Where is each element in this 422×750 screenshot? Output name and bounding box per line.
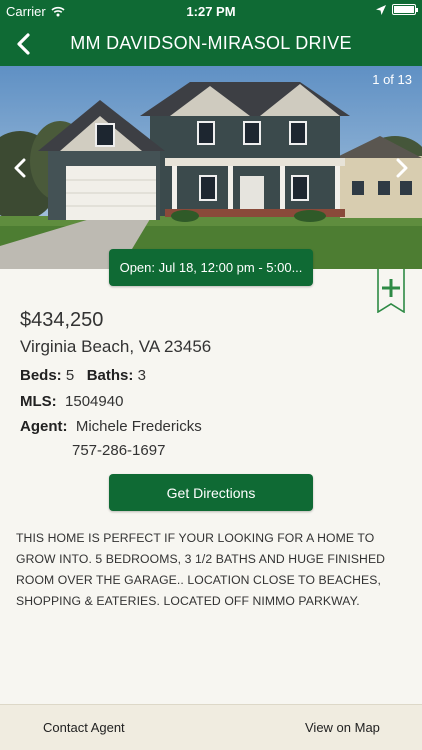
view-on-map-button[interactable]: View on Map: [305, 720, 380, 735]
agent-name: Michele Fredericks: [75, 418, 202, 435]
page-title: MM DAVIDSON-MIRASOL DRIVE: [70, 33, 352, 53]
agent-label: Agent:: [20, 418, 68, 435]
beds-baths-row: Beds: 5 Baths: 3: [20, 367, 146, 384]
contact-agent-button[interactable]: Contact Agent: [43, 720, 125, 735]
listing-photo-carousel[interactable]: 1 of 13: [0, 66, 422, 269]
status-right-group: [376, 4, 418, 15]
chevron-right-icon: [396, 158, 408, 178]
baths-label: Baths:: [86, 367, 134, 384]
get-directions-button[interactable]: Get Directions: [109, 474, 313, 511]
bottom-tab-bar: Contact Agent View on Map: [0, 704, 422, 750]
photo-counter: 1 of 13: [372, 72, 412, 87]
header-bar: Carrier 1:27 PM MM DAVIDSON-MIRASOL DRIV…: [0, 0, 422, 66]
status-bar: Carrier 1:27 PM: [0, 0, 422, 22]
beds-label: Beds:: [20, 367, 62, 384]
mls-label: MLS:: [20, 393, 57, 410]
open-house-badge: Open: Jul 18, 12:00 pm - 5:00...: [109, 249, 313, 286]
bookmark-add-button[interactable]: [377, 269, 405, 314]
mls-row: MLS: 1504940: [20, 393, 123, 410]
beds-value: 5: [65, 367, 75, 384]
listing-price: $434,250: [20, 309, 104, 331]
battery-icon: [392, 4, 418, 15]
listing-city: Virginia Beach, VA 23456: [20, 337, 212, 356]
listing-description: THIS HOME IS PERFECT IF YOUR LOOKING FOR…: [16, 531, 386, 608]
location-arrow-icon: [376, 4, 386, 15]
chevron-left-icon: [14, 158, 26, 178]
nav-bar: MM DAVIDSON-MIRASOL DRIVE: [0, 22, 422, 66]
baths-value: 3: [137, 367, 146, 384]
photo-next-button[interactable]: [388, 154, 416, 182]
house-photo: [0, 66, 422, 269]
battery-level: [394, 6, 414, 13]
status-time: 1:27 PM: [186, 4, 236, 19]
agent-phone[interactable]: 757-286-1697: [72, 442, 165, 459]
photo-prev-button[interactable]: [6, 154, 34, 182]
mls-value: 1504940: [65, 393, 124, 410]
bookmark-add-icon: [377, 269, 405, 314]
agent-row: Agent: Michele Fredericks: [20, 418, 202, 435]
